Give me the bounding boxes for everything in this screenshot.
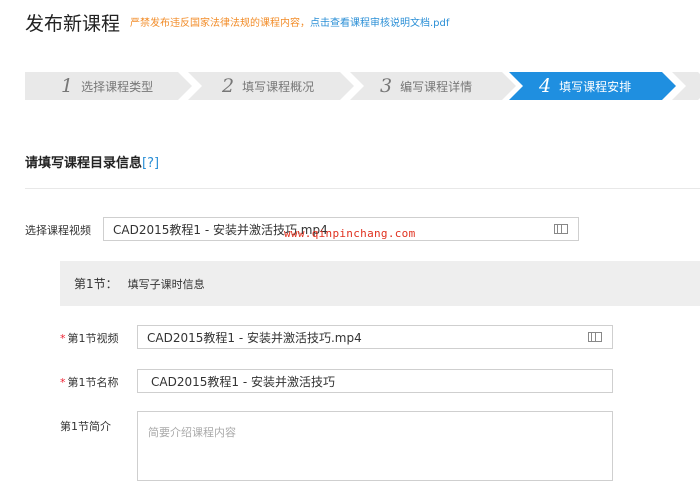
lesson-intro-placeholder: 简要介绍课程内容: [148, 426, 236, 439]
lesson-intro-label: 第1节简介: [60, 420, 111, 433]
lesson-name-input[interactable]: CAD2015教程1 - 安装并激活技巧: [137, 369, 613, 393]
required-mark: *: [60, 376, 66, 389]
step-2-number: 2: [222, 75, 235, 97]
step-1-label: 选择课程类型: [81, 79, 154, 94]
section-divider: [25, 188, 700, 189]
step-2-label: 填写课程概况: [242, 79, 315, 94]
lesson-video-label-text: 第1节视频: [67, 332, 119, 345]
lesson-header-text: 填写子课时信息: [127, 277, 205, 291]
notice: 严禁发布违反国家法律法规的课程内容，点击查看课程审核说明文档.pdf: [130, 14, 449, 29]
step-3-number: 3: [380, 75, 393, 97]
section-title-text: 请填写课程目录信息: [25, 156, 143, 171]
page-title: 发布新课程: [25, 13, 121, 35]
step-2[interactable]: 2 填写课程概况: [188, 72, 354, 100]
section-title: 请填写课程目录信息[?]: [25, 152, 159, 171]
step-4[interactable]: 4 填写课程安排: [509, 72, 676, 100]
lesson-video-label: * 第1节视频: [60, 330, 119, 346]
required-mark: *: [60, 332, 66, 345]
help-link[interactable]: [?]: [142, 156, 159, 171]
notice-text: 严禁发布违反国家法律法规的课程内容，: [130, 18, 310, 29]
lesson-name-value: CAD2015教程1 - 安装并激活技巧: [151, 374, 335, 389]
film-icon[interactable]: [588, 332, 602, 342]
step-4-number: 4: [539, 75, 552, 97]
lesson-name-label: * 第1节名称: [60, 374, 119, 390]
review-doc-link[interactable]: 点击查看课程审核说明文档.pdf: [310, 18, 449, 29]
step-5-partial: [672, 72, 700, 100]
step-1[interactable]: 1 选择课程类型: [25, 72, 192, 100]
step-1-number: 1: [61, 75, 74, 97]
step-3[interactable]: 3 编写课程详情: [350, 72, 516, 100]
lesson-intro-textarea[interactable]: 简要介绍课程内容: [137, 411, 613, 481]
select-video-label: 选择课程视频: [25, 224, 91, 237]
lesson-video-value: CAD2015教程1 - 安装并激活技巧.mp4: [147, 330, 362, 345]
step-4-label: 填写课程安排: [559, 79, 632, 94]
step-progress: 1 选择课程类型 2 填写课程概况 3 编写课程详情 4 填写课程安排: [25, 72, 700, 100]
lesson-video-field[interactable]: CAD2015教程1 - 安装并激活技巧.mp4: [137, 325, 613, 349]
lesson-name-label-text: 第1节名称: [67, 376, 119, 389]
step-3-label: 编写课程详情: [400, 79, 473, 94]
lesson-header-lead: 第1节：: [74, 277, 118, 291]
lesson-header: 第1节： 填写子课时信息: [60, 261, 700, 306]
watermark: www.qinpinchang.com: [284, 227, 416, 240]
film-icon[interactable]: [554, 224, 568, 234]
